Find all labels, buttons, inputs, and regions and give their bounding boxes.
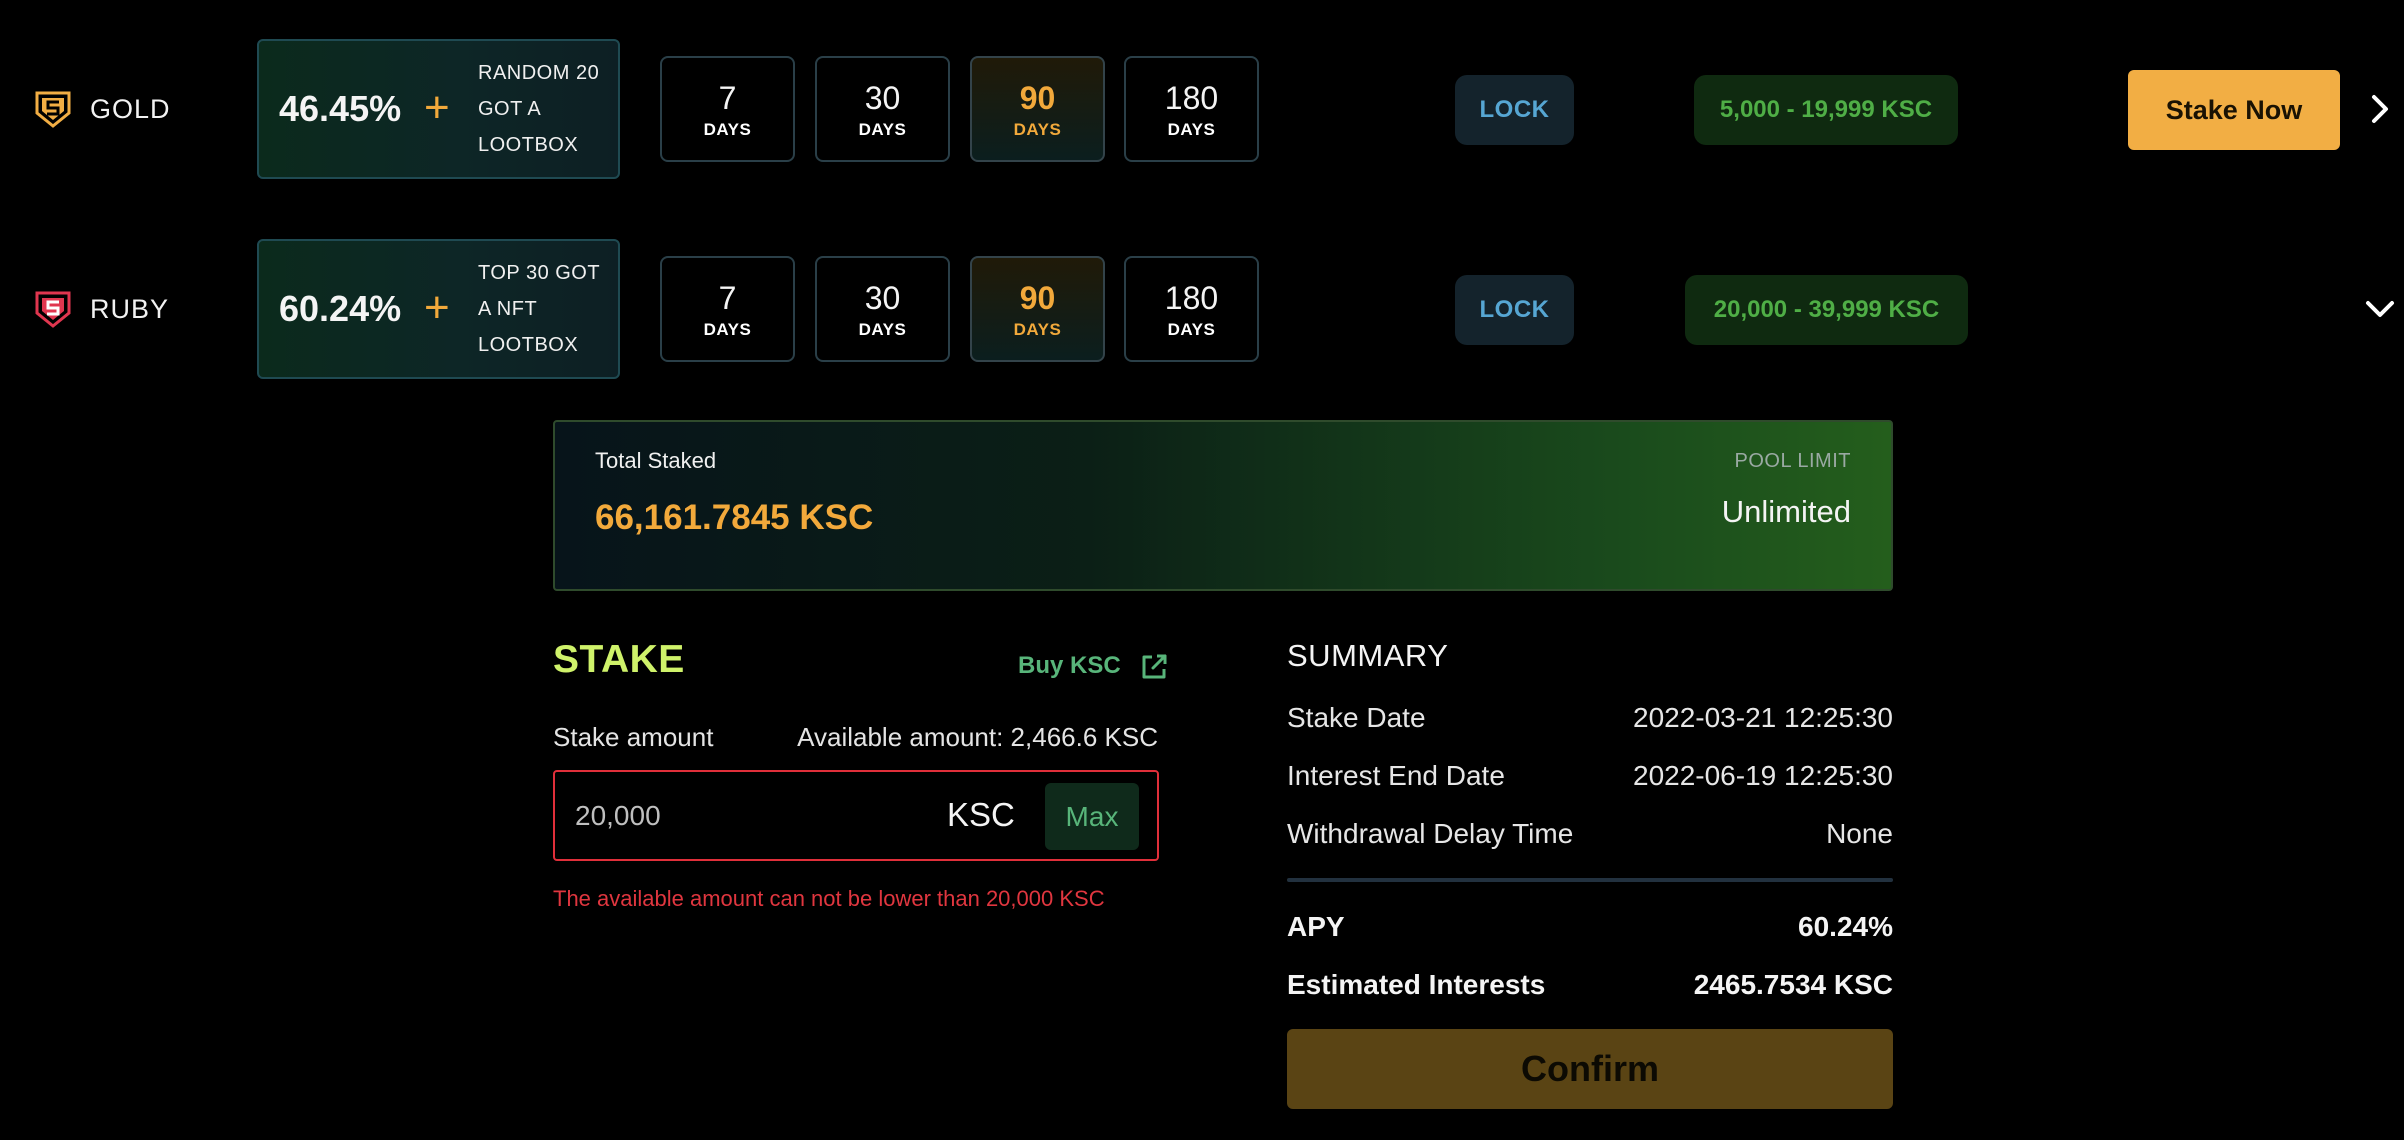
stake-now-button[interactable]: Stake Now	[2128, 70, 2340, 150]
external-link-icon	[1142, 654, 1167, 679]
duration-unit: DAYS	[1167, 320, 1216, 339]
lock-badge: LOCK	[1455, 75, 1574, 145]
reward-line: LOOTBOX	[478, 334, 579, 356]
currency-label: KSC	[947, 796, 1015, 833]
available-amount: Available amount: 2,466.6 KSC	[797, 722, 1158, 752]
duration-unit: DAYS	[703, 120, 752, 139]
tier-row-ruby[interactable]: RUBY 60.24% + TOP 30 GOT A NFT LOOTBOX 7…	[0, 239, 2404, 379]
duration-unit: DAYS	[858, 320, 907, 339]
duration-number: 180	[1164, 280, 1219, 316]
stake-title: STAKE	[553, 638, 685, 681]
apy-reward-box: 46.45% + RANDOM 20 GOT A LOOTBOX	[257, 39, 620, 179]
summary-value: 2022-03-21 12:25:30	[1633, 702, 1893, 733]
summary-row-stake-date: Stake Date 2022-03-21 12:25:30	[1287, 698, 1893, 738]
pool-limit-value: Unlimited	[1721, 494, 1851, 529]
reward-line: LOOTBOX	[478, 134, 579, 156]
summary-value: None	[1826, 818, 1893, 849]
summary-key: Withdrawal Delay Time	[1287, 818, 1574, 849]
stake-amount-field: KSC Max	[553, 770, 1159, 861]
duration-option-30[interactable]: 30 DAYS	[815, 256, 950, 362]
duration-option-90[interactable]: 90 DAYS	[970, 56, 1105, 162]
shield-s-icon	[35, 291, 71, 328]
stake-amount-label: Stake amount	[553, 722, 714, 752]
duration-option-30[interactable]: 30 DAYS	[815, 56, 950, 162]
duration-number: 30	[864, 80, 901, 116]
summary-value: 2022-06-19 12:25:30	[1633, 760, 1893, 791]
summary-row-interest-end-date: Interest End Date 2022-06-19 12:25:30	[1287, 756, 1893, 796]
tier-row-gold[interactable]: GOLD 46.45% + RANDOM 20 GOT A LOOTBOX 7 …	[0, 39, 2404, 179]
summary-divider	[1287, 878, 1893, 882]
duration-unit: DAYS	[1013, 120, 1062, 139]
apy-value: 60.24%	[279, 288, 402, 329]
amount-error-message: The available amount can not be lower th…	[553, 886, 1105, 911]
reward-line: TOP 30 GOT	[478, 262, 601, 284]
chevron-down-icon[interactable]	[2362, 291, 2398, 327]
summary-value: 60.24%	[1798, 911, 1893, 942]
buy-ksc-label: Buy KSC	[1018, 652, 1121, 679]
duration-number: 180	[1164, 80, 1219, 116]
shield-s-icon	[35, 91, 71, 128]
lock-badge: LOCK	[1455, 275, 1574, 345]
duration-option-180[interactable]: 180 DAYS	[1124, 56, 1259, 162]
total-staked-label: Total Staked	[595, 448, 717, 473]
buy-ksc-link[interactable]: Buy KSC	[1018, 650, 1169, 682]
total-staked-value: 66,161.7845 KSC	[595, 498, 874, 537]
plus-icon: +	[424, 83, 450, 132]
duration-unit: DAYS	[1013, 320, 1062, 339]
duration-number: 30	[864, 280, 901, 316]
summary-value: 2465.7534 KSC	[1693, 969, 1893, 1000]
duration-number: 90	[1019, 280, 1056, 316]
stake-range-badge: 20,000 - 39,999 KSC	[1685, 275, 1968, 345]
duration-number: 90	[1019, 80, 1056, 116]
stake-range-badge: 5,000 - 19,999 KSC	[1694, 75, 1958, 145]
duration-number: 7	[718, 280, 737, 316]
tier-name: RUBY	[90, 294, 170, 324]
stake-amount-input[interactable]	[575, 788, 905, 844]
summary-key: Estimated Interests	[1287, 969, 1546, 1000]
summary-title: SUMMARY	[1287, 638, 1449, 673]
tier-name: GOLD	[90, 94, 171, 124]
max-button[interactable]: Max	[1045, 783, 1139, 850]
summary-row-withdrawal-delay: Withdrawal Delay Time None	[1287, 814, 1893, 854]
duration-option-180[interactable]: 180 DAYS	[1124, 256, 1259, 362]
plus-icon: +	[424, 283, 450, 332]
summary-key: Stake Date	[1287, 702, 1426, 733]
pool-summary-card: Total Staked 66,161.7845 KSC POOL LIMIT …	[553, 420, 1893, 591]
reward-description: RANDOM 20 GOT A LOOTBOX	[478, 55, 613, 163]
duration-unit: DAYS	[703, 320, 752, 339]
reward-description: TOP 30 GOT A NFT LOOTBOX	[478, 255, 613, 363]
reward-line: GOT A	[478, 98, 542, 120]
apy-reward-box: 60.24% + TOP 30 GOT A NFT LOOTBOX	[257, 239, 620, 379]
summary-row-apy: APY 60.24%	[1287, 907, 1893, 947]
duration-option-7[interactable]: 7 DAYS	[660, 56, 795, 162]
duration-option-7[interactable]: 7 DAYS	[660, 256, 795, 362]
reward-line: RANDOM 20	[478, 62, 600, 84]
summary-key: Interest End Date	[1287, 760, 1505, 791]
duration-option-90[interactable]: 90 DAYS	[970, 256, 1105, 362]
duration-unit: DAYS	[1167, 120, 1216, 139]
duration-number: 7	[718, 80, 737, 116]
reward-line: A NFT	[478, 298, 538, 320]
summary-key: APY	[1287, 911, 1345, 942]
confirm-button[interactable]: Confirm	[1287, 1029, 1893, 1109]
chevron-right-icon[interactable]	[2362, 91, 2398, 127]
pool-limit-label: POOL LIMIT	[1734, 450, 1851, 472]
apy-value: 46.45%	[279, 88, 402, 129]
duration-unit: DAYS	[858, 120, 907, 139]
summary-row-estimated-interests: Estimated Interests 2465.7534 KSC	[1287, 965, 1893, 1005]
